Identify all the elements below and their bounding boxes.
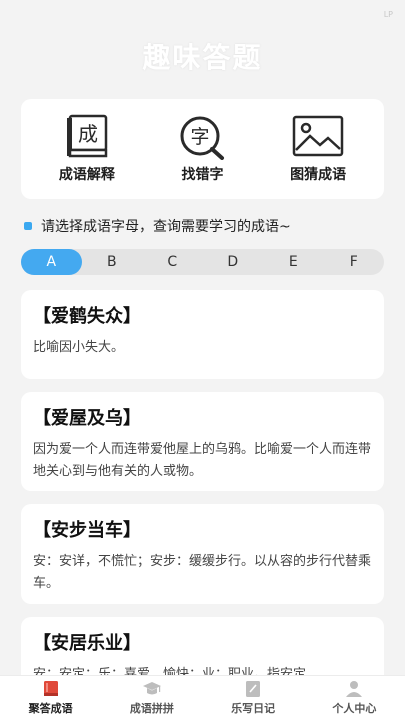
idiom-desc: 比喻因小失大。 [33, 340, 125, 355]
idiom-desc: 安：安详，不慌忙；安步：缓缓步行。以从容的步行代替乘车。 [33, 554, 372, 591]
nav-item-profile[interactable]: 个人中心 [304, 676, 405, 720]
idiom-card[interactable]: 【爱鹤失众】 比喻因小失大。 [21, 290, 384, 379]
feature-idiom-explain[interactable]: 成 成语解释 [37, 114, 137, 184]
feature-label: 图猜成语 [290, 167, 347, 183]
idiom-list[interactable]: 【爱鹤失众】 比喻因小失大。 【爱屋及乌】 因为爱一个人而连带爱他屋上的乌鸦。比… [21, 290, 384, 676]
svg-text:字: 字 [191, 126, 210, 148]
nav-item-idioms[interactable]: 聚答成语 [0, 676, 101, 720]
nav-item-pinpin[interactable]: 成语拼拼 [101, 676, 202, 720]
idiom-card[interactable]: 【安居乐业】 安：安定；乐：喜爱，愉快；业：职业。指安定 [21, 617, 384, 676]
feature-find-wrong-char[interactable]: 字 找错字 [152, 114, 252, 184]
magnifier-char-icon: 字 [180, 116, 225, 160]
feature-label: 成语解释 [58, 167, 115, 183]
book-icon [43, 681, 58, 696]
feature-picture-guess[interactable]: 图猜成语 [268, 114, 368, 184]
nav-item-diary[interactable]: 乐写日记 [203, 676, 304, 720]
letter-tab-a[interactable]: A [21, 249, 82, 275]
feature-card: 成 成语解释 字 找错字 图猜成语 [21, 99, 384, 199]
idiom-title: 【安步当车】 [33, 520, 141, 541]
hint-text: 请选择成语字母，查询需要学习的成语~ [41, 219, 291, 235]
nav-label: 个人中心 [332, 702, 377, 715]
letter-tab-c[interactable]: C [142, 249, 203, 275]
idiom-card[interactable]: 【爱屋及乌】 因为爱一个人而连带爱他屋上的乌鸦。比喻爱一个人而连带地关心到与他有… [21, 392, 384, 491]
feature-label: 找错字 [181, 167, 224, 183]
graduation-cap-icon [142, 682, 161, 695]
notebook-icon [246, 681, 261, 697]
letter-tabs: A B C D E F [21, 249, 384, 275]
idiom-card[interactable]: 【安步当车】 安：安详，不慌忙；安步：缓缓步行。以从容的步行代替乘车。 [21, 504, 384, 604]
bottom-nav: 聚答成语 成语拼拼 乐写日记 个人中心 [0, 675, 405, 720]
idiom-desc: 因为爱一个人而连带爱他屋上的乌鸦。比喻爱一个人而连带地关心到与他有关的人或物。 [33, 442, 372, 479]
person-icon [346, 681, 363, 697]
svg-text:成: 成 [78, 122, 98, 146]
hint-dot-icon [24, 222, 32, 230]
letter-tab-d[interactable]: D [203, 249, 264, 275]
hint-row: 请选择成语字母，查询需要学习的成语~ [24, 216, 291, 236]
picture-icon [292, 115, 344, 157]
nav-label: 乐写日记 [231, 702, 276, 715]
nav-label: 成语拼拼 [129, 702, 174, 715]
idiom-title: 【爱屋及乌】 [33, 408, 141, 429]
idiom-title: 【安居乐业】 [33, 633, 141, 654]
book-icon: 成 [66, 114, 108, 158]
letter-tab-b[interactable]: B [82, 249, 143, 275]
app-title: 趣味答题 [142, 41, 263, 74]
letter-tab-e[interactable]: E [263, 249, 324, 275]
status-tag: LP [383, 10, 393, 19]
letter-tab-f[interactable]: F [324, 249, 385, 275]
idiom-title: 【爱鹤失众】 [33, 306, 141, 327]
nav-label: 聚答成语 [28, 702, 73, 715]
